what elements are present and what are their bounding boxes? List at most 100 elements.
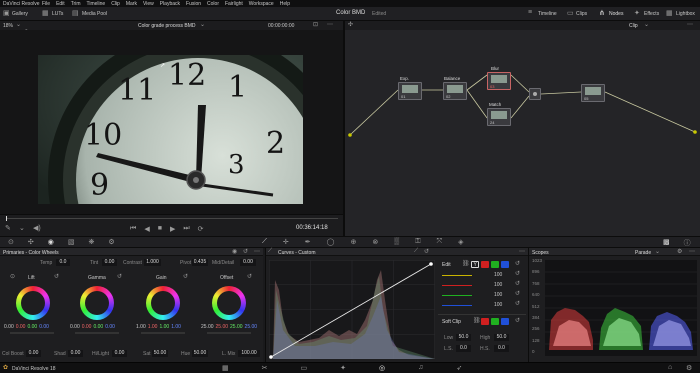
- timeline-name[interactable]: Color grade process BMD: [138, 23, 196, 29]
- pivot-field[interactable]: 0.435: [192, 259, 208, 266]
- gamma-r[interactable]: 0.00: [82, 324, 92, 330]
- timeline-button[interactable]: Timeline: [538, 11, 557, 17]
- reset-icon[interactable]: ↺: [54, 273, 59, 280]
- reset-icon[interactable]: ↺: [515, 317, 520, 324]
- wheels-mode-icon[interactable]: ◉: [232, 248, 237, 255]
- chevron-down-icon[interactable]: ⌄: [644, 21, 649, 28]
- scope-mode-select[interactable]: Parade: [635, 250, 651, 256]
- qualifier-icon[interactable]: ✒: [305, 238, 311, 246]
- channel-blue-button[interactable]: [501, 261, 509, 268]
- hdr-icon[interactable]: ⚙: [108, 238, 114, 246]
- curves-icon[interactable]: ⟋: [262, 238, 267, 246]
- curve-mode-icon[interactable]: ⟋: [414, 248, 418, 255]
- softclip-blue-button[interactable]: [501, 318, 509, 325]
- lmix-field[interactable]: 100.00: [238, 350, 260, 357]
- nodes-button[interactable]: Nodes: [609, 11, 623, 17]
- scopes-icon[interactable]: ▩: [663, 238, 670, 248]
- offset-wheel[interactable]: [212, 286, 246, 320]
- magic-mask-icon[interactable]: ⊗: [372, 238, 378, 246]
- shad-field[interactable]: 0.00: [68, 350, 83, 357]
- channel-red-button[interactable]: [481, 261, 489, 268]
- parallel-mixer-node[interactable]: [529, 88, 541, 100]
- fairlight-page-icon[interactable]: ♫: [418, 364, 423, 372]
- media-page-icon[interactable]: ▦: [222, 364, 229, 372]
- pen-icon[interactable]: ✎: [5, 224, 11, 232]
- lift-wheel[interactable]: [16, 286, 50, 320]
- loop-icon[interactable]: ⟳: [198, 225, 204, 233]
- scrubber-track[interactable]: [6, 218, 338, 219]
- menu-item[interactable]: Fusion: [186, 1, 201, 7]
- 3d-icon[interactable]: ◈: [458, 238, 463, 246]
- picker-icon[interactable]: ⊙: [10, 273, 15, 280]
- gamma-y[interactable]: 0.00: [70, 324, 80, 330]
- hue-field[interactable]: 50.00: [192, 350, 208, 357]
- color-match-icon[interactable]: ✣: [28, 238, 34, 246]
- menu-item[interactable]: Mark: [126, 1, 137, 7]
- audio-icon[interactable]: ◀): [33, 224, 41, 232]
- gain-g[interactable]: 1.00: [159, 324, 169, 330]
- offset-b[interactable]: 25.00: [245, 324, 258, 330]
- gain-master-slider[interactable]: [141, 332, 185, 334]
- rgb-mixer-icon[interactable]: ▧: [68, 238, 75, 246]
- node-exp[interactable]: 01: [398, 82, 422, 100]
- softclip-green-button[interactable]: [491, 318, 499, 325]
- camera-raw-icon[interactable]: ⊙: [8, 238, 14, 246]
- dropdown-icon[interactable]: ⌄: [19, 224, 25, 232]
- intensity-r[interactable]: 100: [494, 282, 502, 288]
- tracker-icon[interactable]: ⊕: [351, 238, 357, 246]
- settings-icon[interactable]: ⚙: [686, 364, 692, 372]
- link-icon[interactable]: ⛓: [473, 317, 481, 324]
- blur-icon[interactable]: ▒: [394, 238, 399, 246]
- high-field[interactable]: 50.0: [494, 334, 509, 341]
- menu-app-name[interactable]: DaVinci Resolve: [3, 1, 40, 7]
- deliver-page-icon[interactable]: ➶: [456, 364, 462, 372]
- cursor-tool-icon[interactable]: ✣: [348, 21, 353, 28]
- cut-page-icon[interactable]: ✂: [262, 364, 268, 372]
- colboost-field[interactable]: 0.00: [26, 350, 41, 357]
- intensity-b[interactable]: 100: [494, 302, 502, 308]
- viewer-frame-clock-image[interactable]: 11 12 1 10 9 2 3: [38, 55, 303, 204]
- gain-b[interactable]: 1.00: [171, 324, 181, 330]
- curve-graph[interactable]: [269, 260, 435, 359]
- offset-g[interactable]: 25.00: [230, 324, 243, 330]
- more-options-icon[interactable]: ⋯: [327, 21, 333, 28]
- reset-icon[interactable]: ↺: [515, 270, 520, 277]
- node-blur[interactable]: 03: [487, 72, 511, 90]
- link-icon[interactable]: ⛓: [462, 260, 470, 267]
- hilight-field[interactable]: 0.00: [112, 350, 127, 357]
- menu-item[interactable]: Workspace: [249, 1, 274, 7]
- stop-icon[interactable]: ■: [158, 225, 162, 233]
- go-to-end-icon[interactable]: ⏭: [183, 225, 189, 233]
- channel-y-button[interactable]: Y: [471, 261, 479, 268]
- chevron-down-icon[interactable]: ⌄: [655, 248, 660, 255]
- lift-g[interactable]: 0.00: [27, 324, 37, 330]
- sat-field[interactable]: 50.00: [152, 350, 168, 357]
- info-icon[interactable]: ⓘ: [684, 238, 691, 248]
- reset-icon[interactable]: ↺: [515, 260, 520, 267]
- menu-item[interactable]: Color: [207, 1, 219, 7]
- offset-y[interactable]: 25.00: [201, 324, 214, 330]
- menu-item[interactable]: Trim: [71, 1, 81, 7]
- lift-r[interactable]: 0.00: [16, 324, 26, 330]
- more-options-icon[interactable]: ⋯: [254, 248, 260, 255]
- node-mode-select[interactable]: Clip: [629, 23, 638, 29]
- channel-green-button[interactable]: [491, 261, 499, 268]
- chevron-down-icon[interactable]: ⌄: [16, 21, 21, 28]
- low-field[interactable]: 50.0: [456, 334, 471, 341]
- menu-item[interactable]: Fairlight: [225, 1, 243, 7]
- motion-effects-icon[interactable]: ❋: [88, 238, 94, 246]
- home-icon[interactable]: ⌂: [668, 364, 672, 371]
- node-graph[interactable]: Exp. 01 Balance 02 Blur 03 Match 24 05: [345, 30, 700, 236]
- reverse-icon[interactable]: ◀: [144, 225, 149, 233]
- key-icon[interactable]: ⚿: [415, 238, 420, 246]
- gamma-master-slider[interactable]: [75, 332, 119, 334]
- middetail-field[interactable]: 0.00: [240, 259, 256, 266]
- gamma-wheel[interactable]: [80, 286, 114, 320]
- softclip-red-button[interactable]: [481, 318, 489, 325]
- warper-icon[interactable]: ✛: [283, 238, 289, 246]
- menu-item[interactable]: View: [143, 1, 154, 7]
- offset-r[interactable]: 25.00: [216, 324, 229, 330]
- color-wheels-icon[interactable]: ◉: [48, 238, 54, 246]
- reset-icon[interactable]: ↺: [247, 273, 252, 280]
- play-icon[interactable]: ▶: [170, 225, 175, 233]
